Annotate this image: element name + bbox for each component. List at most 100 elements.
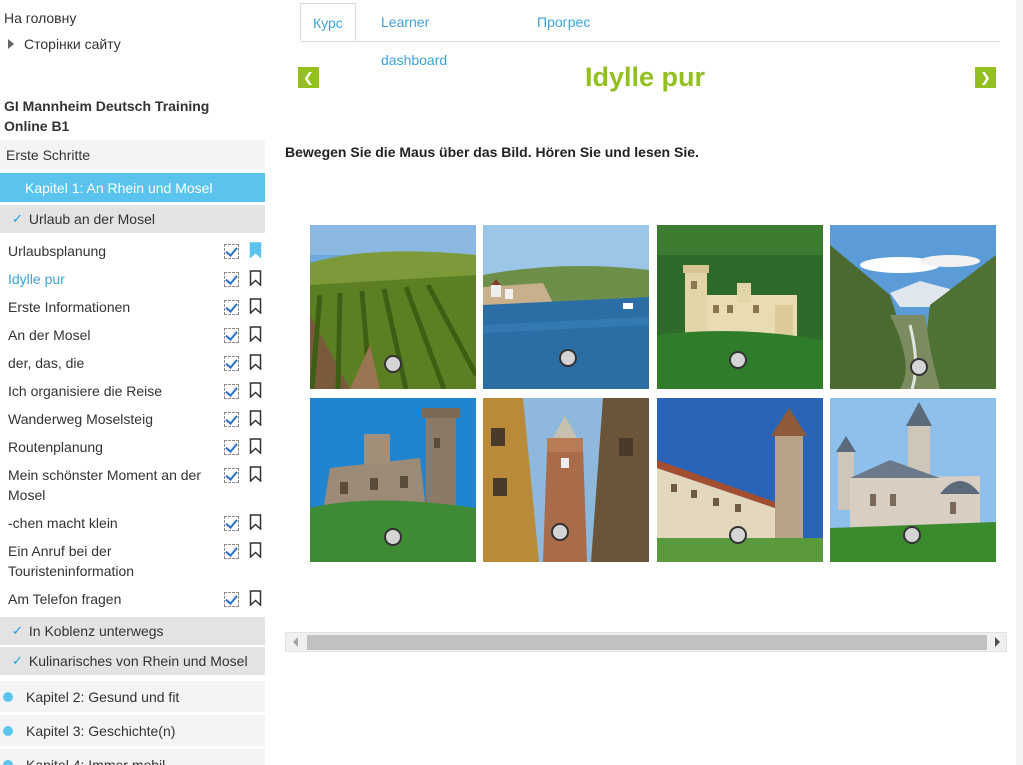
bookmark-icon[interactable]	[249, 298, 262, 314]
lesson-label[interactable]: Urlaubsplanung	[8, 241, 213, 261]
audio-hotspot[interactable]	[384, 355, 402, 373]
lesson-label[interactable]: Am Telefon fragen	[8, 589, 213, 609]
scroll-left-icon[interactable]	[293, 637, 298, 647]
lesson-item[interactable]: -chen macht klein	[8, 513, 266, 533]
audio-hotspot[interactable]	[729, 351, 747, 369]
next-unit-button[interactable]: ❯	[975, 67, 996, 88]
course-sidebar: На головну Сторінки сайту GI Mannheim De…	[0, 0, 266, 765]
lesson-item[interactable]: Urlaubsplanung	[8, 241, 266, 261]
completed-checkbox-icon	[224, 328, 239, 343]
instruction-text: Bewegen Sie die Maus über das Bild. Höre…	[285, 144, 699, 160]
completed-checkbox-icon	[224, 244, 239, 259]
site-pages-label: Сторінки сайту	[24, 36, 121, 52]
nav-chapter-3[interactable]: Kapitel 3: Geschichte(n)	[0, 715, 265, 746]
completed-checkbox-icon	[224, 544, 239, 559]
nav-section-kulinarisches[interactable]: ✓ Kulinarisches von Rhein und Mosel	[0, 647, 265, 675]
lesson-label[interactable]: -chen macht klein	[8, 513, 213, 533]
nav-first-steps[interactable]: Erste Schritte	[0, 140, 265, 170]
tab-progress[interactable]: Прогрес	[537, 3, 590, 41]
alpine-valley-image[interactable]	[830, 225, 996, 389]
bookmark-icon[interactable]	[249, 590, 262, 606]
bookmark-icon[interactable]	[249, 242, 262, 258]
castle-ruin-image[interactable]	[310, 398, 476, 562]
lesson-item[interactable]: der, das, die	[8, 353, 266, 373]
lesson-label[interactable]: Idylle pur	[8, 269, 213, 289]
audio-hotspot[interactable]	[384, 528, 402, 546]
completed-checkbox-icon	[224, 468, 239, 483]
check-icon: ✓	[12, 211, 23, 226]
horizontal-scrollbar[interactable]	[285, 632, 1007, 652]
page-title: Idylle pur	[584, 62, 706, 92]
river-mosel-image[interactable]	[483, 225, 649, 389]
chapter-label: Kapitel 4: Immer mobil	[26, 756, 166, 765]
lesson-item[interactable]: Routenplanung	[8, 437, 266, 457]
nav-section-urlaub[interactable]: ✓ Urlaub an der Mosel	[0, 205, 265, 233]
bookmark-icon[interactable]	[249, 326, 262, 342]
tab-course[interactable]: Курс	[300, 3, 356, 41]
bookmark-icon[interactable]	[249, 542, 262, 558]
section-label: Kulinarisches von Rhein und Mosel	[28, 653, 248, 669]
completed-checkbox-icon	[224, 592, 239, 607]
lesson-label[interactable]: Ein Anruf bei der Touristeninformation	[8, 541, 213, 581]
lesson-label[interactable]: Ich organisiere die Reise	[8, 381, 213, 401]
caret-right-icon	[8, 39, 14, 49]
chevron-left-icon: ❮	[303, 69, 314, 85]
nav-chapter-2[interactable]: Kapitel 2: Gesund und fit	[0, 681, 265, 712]
lesson-item[interactable]: Ich organisiere die Reise	[8, 381, 266, 401]
audio-hotspot[interactable]	[729, 526, 747, 544]
vertical-scrollbar[interactable]	[1016, 0, 1023, 765]
lesson-label[interactable]: der, das, die	[8, 353, 213, 373]
scroll-right-icon[interactable]	[995, 637, 1000, 647]
lesson-label[interactable]: Erste Informationen	[8, 297, 213, 317]
completed-checkbox-icon	[224, 272, 239, 287]
lesson-label[interactable]: An der Mosel	[8, 325, 213, 345]
lesson-item[interactable]: Ein Anruf bei der Touristeninformation	[8, 541, 266, 581]
completed-checkbox-icon	[224, 440, 239, 455]
lesson-item[interactable]: An der Mosel	[8, 325, 266, 345]
previous-unit-button[interactable]: ❮	[298, 67, 319, 88]
site-pages-toggle[interactable]: Сторінки сайту	[8, 36, 121, 52]
nav-chapter-1[interactable]: Kapitel 1: An Rhein und Mosel	[0, 173, 265, 202]
lesson-item[interactable]: Mein schönster Moment an der Mosel	[8, 465, 266, 505]
bookmark-icon[interactable]	[249, 354, 262, 370]
lesson-item[interactable]: Am Telefon fragen	[8, 589, 266, 609]
bookmark-icon[interactable]	[249, 382, 262, 398]
lms-page: На головну Сторінки сайту GI Mannheim De…	[0, 0, 1023, 765]
completed-checkbox-icon	[224, 384, 239, 399]
castle-stolzenfels-image[interactable]	[657, 225, 823, 389]
church-tower-image[interactable]	[483, 398, 649, 562]
chapter-label: Kapitel 2: Gesund und fit	[26, 688, 180, 705]
status-dot-icon	[3, 726, 13, 736]
nav-chapter-4[interactable]: Kapitel 4: Immer mobil	[0, 749, 265, 765]
audio-hotspot[interactable]	[910, 358, 928, 376]
lesson-label[interactable]: Routenplanung	[8, 437, 213, 457]
monastery-image[interactable]	[657, 398, 823, 562]
scrollbar-thumb[interactable]	[307, 635, 987, 650]
lesson-item[interactable]: Wanderweg Moselsteig	[8, 409, 266, 429]
course-title: GI Mannheim Deutsch Training Online B1	[4, 98, 210, 134]
completed-checkbox-icon	[224, 516, 239, 531]
bookmark-icon[interactable]	[249, 514, 262, 530]
lesson-label[interactable]: Wanderweg Moselsteig	[8, 409, 213, 429]
vineyard-image[interactable]	[310, 225, 476, 389]
lesson-item[interactable]: Erste Informationen	[8, 297, 266, 317]
audio-hotspot[interactable]	[903, 526, 921, 544]
section-label: In Koblenz unterwegs	[28, 623, 164, 639]
tab-learner-dashboard[interactable]: Learner dashboard	[381, 3, 447, 68]
nav-section-koblenz[interactable]: ✓ In Koblenz unterwegs	[0, 617, 265, 645]
audio-hotspot[interactable]	[551, 523, 569, 541]
completed-checkbox-icon	[224, 356, 239, 371]
check-icon: ✓	[12, 653, 23, 668]
check-icon: ✓	[12, 623, 23, 638]
basilica-image[interactable]	[830, 398, 996, 562]
lesson-label[interactable]: Mein schönster Moment an der Mosel	[8, 465, 213, 505]
bookmark-icon[interactable]	[249, 410, 262, 426]
audio-hotspot[interactable]	[559, 349, 577, 367]
bookmark-icon[interactable]	[249, 466, 262, 482]
bookmark-icon[interactable]	[249, 270, 262, 286]
lesson-item[interactable]: Idylle pur	[8, 269, 266, 289]
home-link[interactable]: На головну	[4, 10, 76, 26]
status-dot-icon	[3, 760, 13, 765]
bookmark-icon[interactable]	[249, 438, 262, 454]
chevron-right-icon: ❯	[980, 69, 991, 85]
